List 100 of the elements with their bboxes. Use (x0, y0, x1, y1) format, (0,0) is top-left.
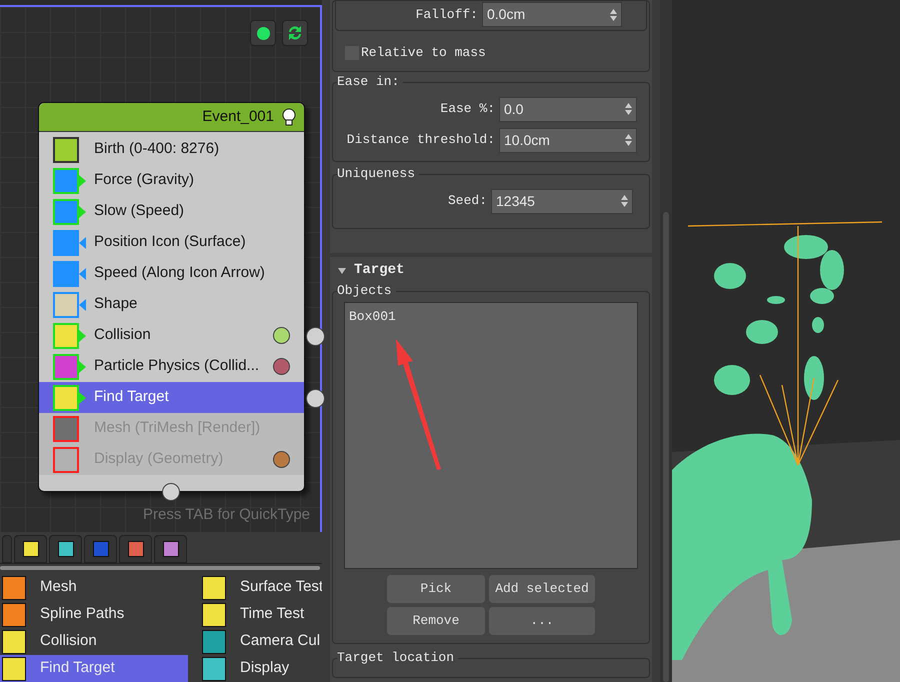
objects-list[interactable]: Box001 (344, 302, 638, 568)
depot-item[interactable]: Camera Cul (200, 628, 322, 655)
depot-icon (2, 630, 26, 654)
lightbulb-icon (282, 108, 296, 126)
operator-icon (53, 260, 79, 286)
depot-icon (202, 576, 226, 600)
right-arrow-icon (79, 392, 86, 404)
operator-icon (53, 446, 79, 472)
spinner-arrows-icon[interactable] (625, 103, 632, 115)
spinner-field[interactable]: 12345 (491, 188, 633, 214)
left-arrow-icon (79, 236, 86, 248)
tab-icon (128, 541, 144, 557)
right-arrow-icon (79, 206, 86, 218)
left-arrow-icon (79, 268, 86, 280)
target-rollout-header[interactable]: Target (330, 256, 652, 280)
operator-name: Collision (94, 325, 151, 346)
spinner-field[interactable]: 0.0 (499, 96, 637, 122)
depot-icon (202, 630, 226, 654)
tab-icon (58, 541, 74, 557)
depot-label: Display (240, 658, 290, 678)
field-label: Falloff: (416, 6, 478, 24)
spinner-field[interactable]: 0.0cm (482, 2, 622, 27)
input-socket[interactable] (162, 483, 180, 501)
right-arrow-icon (79, 360, 86, 372)
operator-row[interactable]: Position Icon (Surface) (39, 227, 304, 258)
panel-button[interactable]: Add selected (489, 574, 595, 602)
refresh-icon (286, 24, 304, 42)
depot-label: Mesh (40, 577, 77, 598)
operator-row[interactable]: Shape (39, 289, 304, 320)
spinner-field[interactable]: 10.0cm (499, 128, 637, 152)
depot-label: Camera Cul (240, 631, 320, 652)
operator-row[interactable]: Speed (Along Icon Arrow) (39, 258, 304, 289)
panel-button[interactable]: ... (489, 606, 595, 634)
scrollbar[interactable] (660, 0, 672, 682)
operator-icon (53, 384, 79, 410)
operator-icon (53, 198, 79, 224)
object-list-item[interactable]: Box001 (349, 306, 396, 326)
depot-tab[interactable] (154, 535, 187, 563)
operator-row[interactable]: Find Target (39, 382, 304, 413)
group-title: Objects (337, 282, 396, 300)
depot-label: Time Test (240, 604, 304, 624)
left-arrow-icon (79, 298, 86, 310)
operator-name: Position Icon (Surface) (94, 232, 246, 252)
operator-name: Birth (0-400: 8276) (94, 139, 220, 160)
operator-row[interactable]: Collision (39, 320, 304, 351)
operator-row[interactable]: Particle Physics (Collid... (39, 351, 304, 382)
depot-item[interactable]: Mesh (0, 574, 200, 601)
operator-icon (53, 416, 79, 442)
operator-icon (53, 230, 79, 256)
depot-scrollbar[interactable] (0, 566, 320, 570)
tab-icon (22, 541, 38, 557)
refresh-button[interactable] (282, 20, 308, 46)
panel-button[interactable]: Remove (387, 606, 485, 634)
depot-icon (202, 602, 226, 626)
operator-row[interactable]: Force (Gravity) (39, 165, 304, 196)
right-arrow-icon (79, 330, 86, 342)
operator-icon (53, 322, 79, 348)
collapse-triangle-icon (338, 268, 346, 274)
depot-item[interactable]: Spline Paths (0, 601, 200, 628)
spinner-arrows-icon[interactable] (610, 8, 617, 20)
output-socket[interactable] (306, 389, 325, 408)
depot-label: Collision (40, 631, 97, 652)
particle-view-canvas[interactable] (0, 5, 322, 532)
tab-icon (162, 541, 178, 557)
relative-mass-checkbox[interactable]: Relative to mass (345, 43, 649, 62)
operator-icon (53, 354, 79, 380)
depot-label: Spline Paths (40, 604, 124, 624)
spinner-arrows-icon[interactable] (621, 195, 628, 207)
event-title: Event_001 (202, 106, 274, 127)
spinner-arrows-icon[interactable] (625, 134, 632, 146)
operator-name: Particle Physics (Collid... (94, 356, 260, 376)
output-socket[interactable] (306, 327, 325, 346)
operator-icon (53, 292, 79, 318)
operator-row[interactable]: Birth (0-400: 8276) (39, 134, 304, 165)
depot-item[interactable]: Find Target (0, 655, 188, 682)
operator-name: Find Target (94, 387, 169, 408)
depot-icon (2, 656, 26, 680)
right-arrow-icon (79, 174, 86, 186)
depot-label: Surface Test (240, 577, 324, 598)
field-label: Distance threshold: (346, 131, 495, 150)
depot-item[interactable]: Surface Test (200, 574, 322, 601)
depot-tab[interactable] (14, 535, 47, 563)
depot-item[interactable]: Collision (0, 628, 200, 655)
depot-item[interactable]: Time Test (200, 601, 322, 628)
quicktype-hint: Press TAB for QuickType (143, 504, 310, 524)
group-title: Uniqueness (337, 164, 420, 182)
field-label: Ease %: (440, 100, 495, 118)
depot-tab[interactable] (49, 535, 82, 563)
field-label: Seed: (448, 192, 487, 210)
depot-item[interactable]: Display (200, 655, 322, 682)
operator-name: Slow (Speed) (94, 201, 184, 222)
panel-button[interactable]: Pick (387, 574, 485, 602)
depot-icon (202, 656, 226, 680)
event-node[interactable] (38, 102, 305, 492)
status-button[interactable] (250, 20, 276, 46)
operator-icon (53, 136, 79, 162)
operator-row[interactable]: Slow (Speed) (39, 196, 304, 227)
tab-icon (92, 541, 108, 557)
depot-icon (2, 576, 26, 600)
operator-name: Force (Gravity) (94, 170, 194, 190)
